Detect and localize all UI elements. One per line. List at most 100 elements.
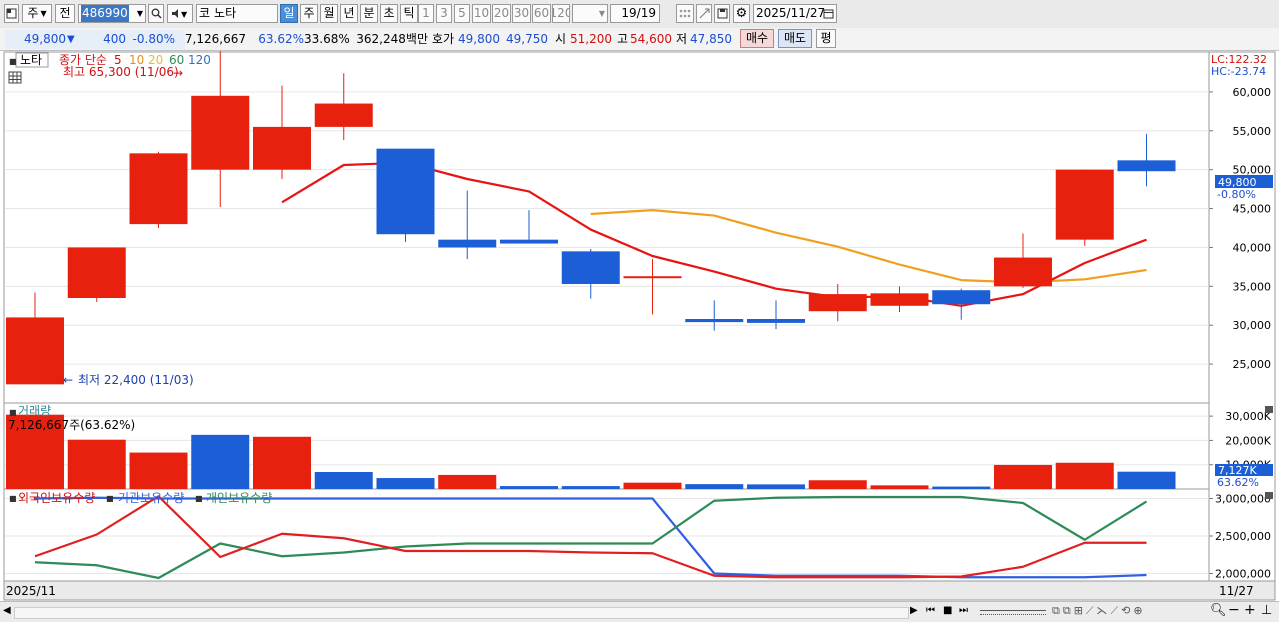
period-label: 주 (303, 6, 315, 20)
candle-body (1055, 169, 1114, 240)
link-window-icon[interactable] (4, 4, 19, 23)
save-icon[interactable] (714, 4, 730, 23)
price-tick-label: 50,000 (1233, 164, 1272, 177)
volume-bar (685, 484, 744, 489)
minute-1[interactable]: 1 (418, 4, 434, 23)
minute-label: 20 (493, 6, 510, 20)
zoom-out-icon[interactable]: − (1228, 602, 1240, 618)
date-input[interactable]: 2025/11/27 (753, 4, 837, 23)
zoom-slider[interactable] (980, 610, 1046, 615)
candle-body (994, 257, 1052, 287)
prev-button[interactable]: 전 (55, 4, 75, 23)
period-label: 분 (363, 6, 375, 20)
zoom-in-icon[interactable]: + (1244, 602, 1256, 618)
period-second[interactable]: 초 (380, 4, 398, 23)
price-tick-label: 40,000 (1233, 241, 1272, 254)
drawing-tools-icons[interactable]: ⧉⧉⊞⟋⋋⟋⟲⊕ (1052, 604, 1146, 618)
low-arrow-icon: ← (63, 373, 73, 387)
candle-body (129, 153, 188, 225)
period-tick[interactable]: 틱 (400, 4, 418, 23)
calendar-icon[interactable] (823, 8, 834, 19)
price-tick-label: 60,000 (1233, 86, 1272, 99)
zoom-search-icon[interactable]: 🔍︎ (1210, 603, 1227, 618)
minute-20[interactable]: 20 (492, 4, 511, 23)
holding-tick-label: 2,500,000 (1215, 530, 1271, 543)
minute-5[interactable]: 5 (454, 4, 470, 23)
candle-body (376, 148, 435, 235)
volume-value: 7,126,667 (184, 32, 246, 46)
horizontal-scrollbar[interactable] (14, 607, 909, 619)
ask-price: 49,800 (458, 32, 500, 46)
market-select[interactable]: 주 ▼ (22, 4, 52, 23)
price-panel[interactable] (3, 51, 1210, 404)
legend-institution: 기관보유수량 (118, 491, 184, 505)
candle-body (685, 319, 744, 323)
price-tick-label: 30,000 (1233, 319, 1272, 332)
volume-bar (623, 482, 682, 489)
reset-icon[interactable]: ⊥ (1261, 603, 1272, 618)
stock-name-field[interactable]: 코 노타 (196, 4, 278, 23)
chart-area[interactable]: 60,000 55,000 50,000 45,000 40,000 35,000 30,0… (0, 51, 1279, 601)
candle-body (67, 247, 126, 298)
period-year[interactable]: 년 (340, 4, 358, 23)
stop-icon[interactable]: ■ (943, 605, 952, 616)
candle-body (191, 95, 250, 170)
minute-3[interactable]: 3 (436, 4, 452, 23)
scroll-left-icon[interactable]: ◀ (3, 605, 11, 616)
period-label: 년 (343, 6, 355, 20)
minute-10[interactable]: 10 (472, 4, 491, 23)
minute-60[interactable]: 60 (532, 4, 551, 23)
minute-120[interactable]: 120 (552, 4, 570, 23)
period-day[interactable]: 일 (280, 4, 298, 23)
scroll-right-icon[interactable]: ▶ (910, 605, 918, 616)
holding-panel-close-icon[interactable] (1265, 492, 1273, 499)
prev-label: 전 (59, 6, 71, 20)
period-month[interactable]: 월 (320, 4, 338, 23)
period-minute[interactable]: 분 (360, 4, 378, 23)
legend-foreign: 외국인보유수량 (18, 491, 95, 505)
search-icon[interactable] (148, 4, 164, 23)
volume-bar (438, 474, 497, 489)
code-input[interactable]: 486990 ▼ (78, 4, 146, 23)
holding-panel[interactable] (3, 488, 1210, 582)
interval-select[interactable]: ▼ (572, 4, 608, 23)
minute-30[interactable]: 30 (512, 4, 531, 23)
price-tick-label: 45,000 (1233, 203, 1272, 216)
volume-bar (994, 464, 1052, 489)
speaker-icon[interactable]: ▼ (167, 4, 193, 23)
chart-footer: ◀ ▶ ⏮ ■ ⏭ ⧉⧉⊞⟋⋋⟋⟲⊕ 🔍︎ − + ⊥ (0, 601, 1279, 622)
current-change-tag: -0.80% (1217, 188, 1256, 201)
main-toolbar: 주 ▼ 전 486990 ▼ ▼ 코 노타 일 주 월 년 분 초 틱 1 3 5… (0, 0, 1279, 29)
volume-bar (129, 452, 188, 489)
first-page-icon[interactable]: ⏮ (926, 605, 935, 616)
volume-panel-close-icon[interactable] (1265, 406, 1273, 413)
high-marker: 최고 65,300 (11/06) (63, 65, 179, 79)
minute-label: 10 (473, 6, 490, 20)
resize-icon[interactable] (696, 4, 712, 23)
buy-button[interactable]: 매수 (740, 29, 774, 48)
last-page-icon[interactable]: ⏭ (959, 605, 968, 616)
grid-dots-icon[interactable] (676, 4, 694, 23)
x-axis-end: 11/27 (1219, 584, 1254, 598)
down-arrow-icon: ▼ (67, 34, 75, 45)
avg-button[interactable]: 평 (816, 29, 836, 48)
gear-icon[interactable]: ⚙ (733, 4, 750, 23)
sell-button[interactable]: 매도 (778, 29, 812, 48)
minute-label: 120 (553, 6, 569, 20)
low-marker: 최저 22,400 (11/03) (78, 373, 194, 387)
volume-bar (191, 434, 250, 489)
trade-amount: 362,248백만 (356, 32, 428, 46)
candle-body (932, 290, 991, 305)
code-dropdown-icon[interactable]: ▼ (137, 5, 143, 22)
volume-bar (1117, 471, 1176, 489)
panel-bullet: ■ (9, 57, 17, 66)
period-week[interactable]: 주 (300, 4, 318, 23)
minute-label: 3 (440, 6, 448, 20)
volume-bar (561, 486, 620, 489)
candle-body (623, 276, 682, 279)
high-arrow-icon: → (173, 66, 183, 80)
candle-body (6, 317, 64, 385)
table-icon[interactable] (8, 71, 22, 84)
gear-glyph: ⚙ (735, 6, 748, 21)
candle-body (808, 294, 867, 312)
